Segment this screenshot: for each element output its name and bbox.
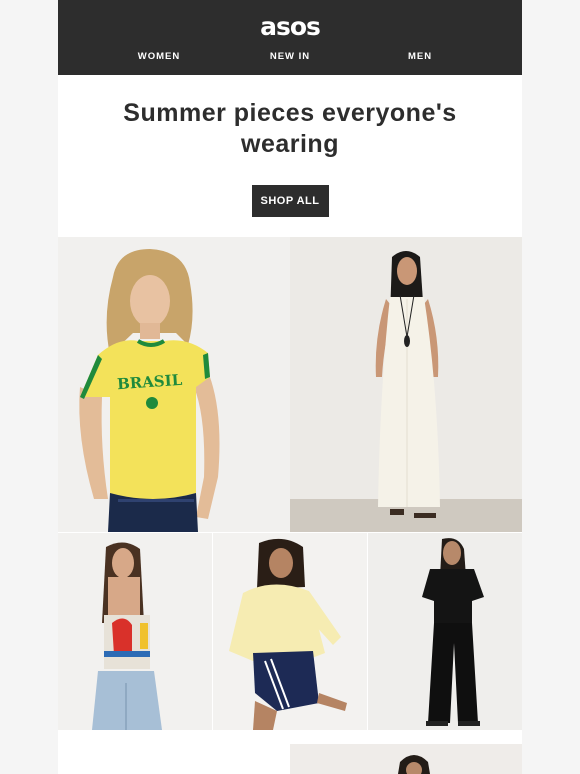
email-container: asos WOMEN NEW IN MEN Summer pieces ever… — [58, 0, 522, 774]
nav-item-women[interactable]: WOMEN — [138, 51, 180, 62]
yellow-shirt-image — [213, 533, 367, 730]
product-tile-brasil-tee[interactable]: BRASIL — [58, 237, 290, 532]
nav-item-new-in[interactable]: NEW IN — [270, 51, 310, 62]
white-jumpsuit-image — [290, 237, 522, 532]
main-nav: WOMEN NEW IN MEN — [58, 51, 522, 65]
product-grid-bottom — [58, 533, 522, 730]
product-tile-black-set[interactable] — [368, 533, 522, 730]
printed-top-image — [58, 533, 212, 730]
product-tile-white-jumpsuit[interactable] — [290, 237, 522, 532]
nav-item-men[interactable]: MEN — [408, 51, 432, 62]
hero-headline: Summer pieces everyone's wearing — [123, 99, 457, 158]
black-set-image — [368, 533, 522, 730]
product-tile-next-row[interactable] — [290, 744, 522, 774]
asos-logo[interactable]: asos — [58, 12, 522, 41]
hero-section: Summer pieces everyone's wearing SHOP AL… — [58, 75, 522, 237]
product-tile-yellow-shirt[interactable] — [213, 533, 367, 730]
brasil-tee-image: BRASIL — [58, 237, 290, 532]
shop-all-button[interactable]: SHOP ALL — [251, 185, 329, 217]
header-bar: asos WOMEN NEW IN MEN — [58, 0, 522, 75]
product-tile-printed-top[interactable] — [58, 533, 212, 730]
next-row-image — [290, 744, 522, 774]
product-grid-top: BRASIL — [58, 237, 522, 532]
